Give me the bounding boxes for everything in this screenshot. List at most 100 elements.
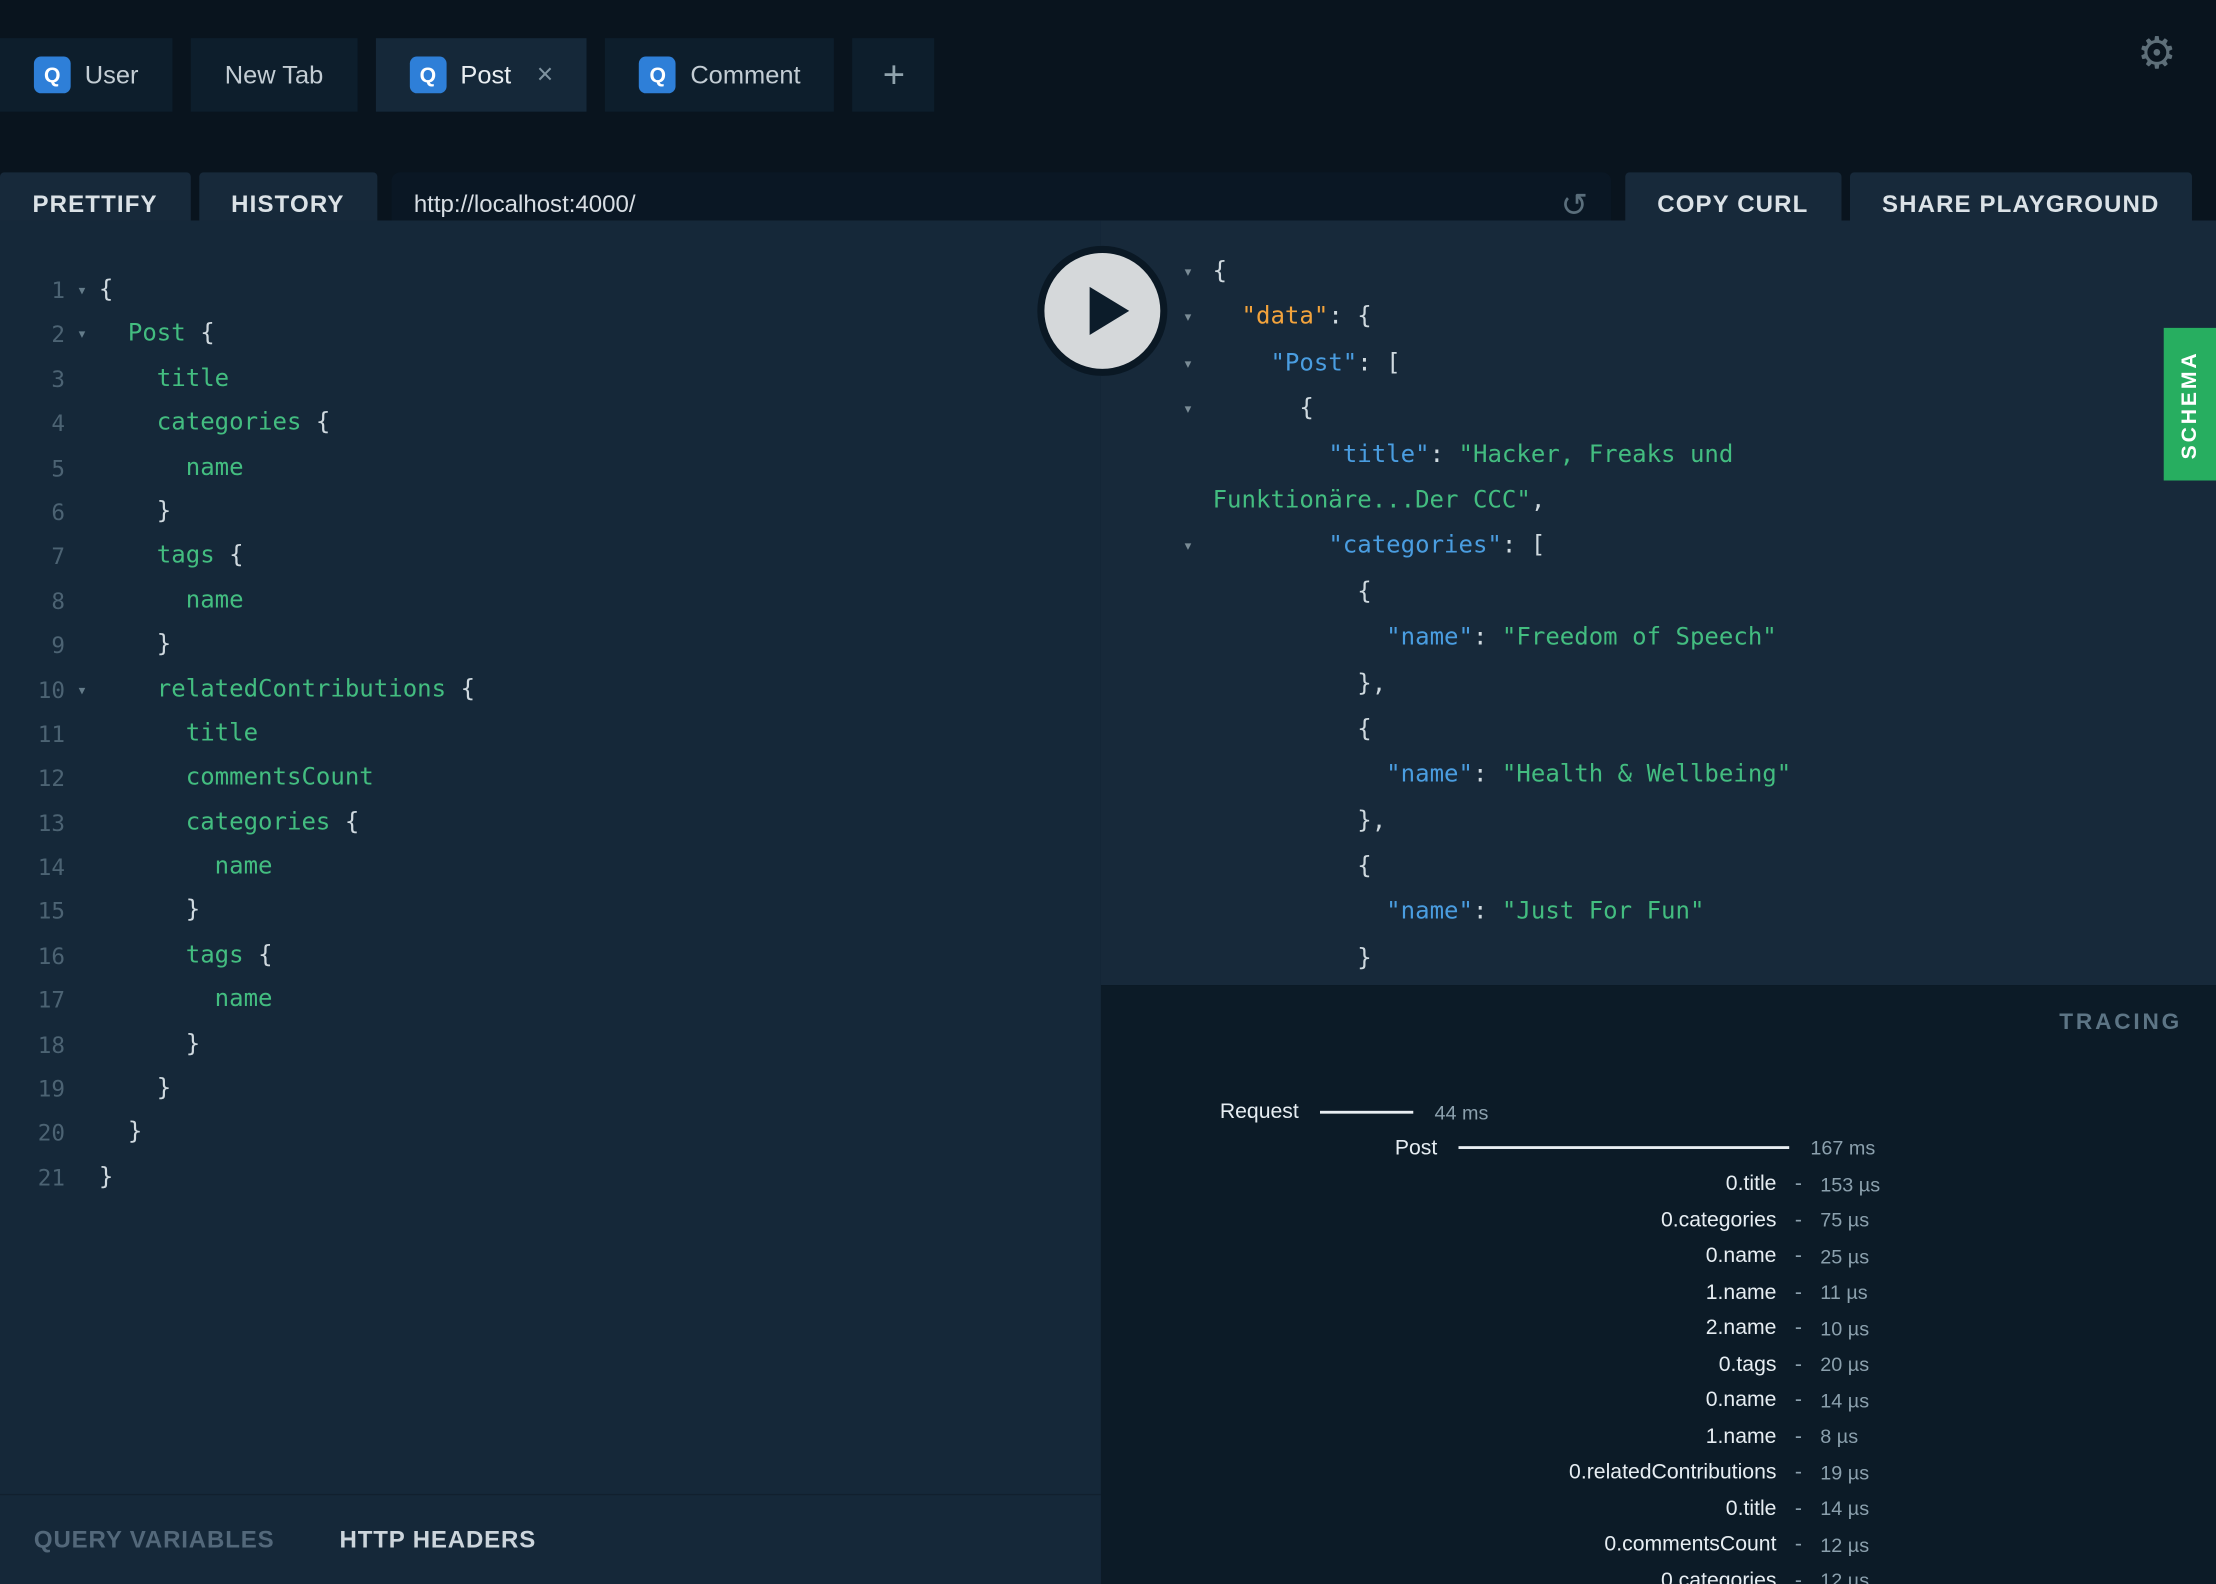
editor-line[interactable]: 16 tags { [6,934,1101,978]
line-number: 17 [37,986,66,1014]
code-token: } [98,630,172,659]
fold-arrow [1183,432,1213,478]
tracing-rows: Request 44 ms Post 167 ms 0.title -153 µs 0.ca… [1101,985,2216,1584]
fold-arrow [65,712,99,756]
query-variables-tab[interactable]: QUERY VARIABLES [34,1526,275,1554]
editor-line[interactable]: 2 ▾ Post { [6,313,1101,357]
editor-line[interactable]: 20 } [6,1111,1101,1155]
code-text: { [1212,844,1372,890]
code-text: { [1213,249,1227,295]
code-text: } [99,1023,200,1067]
code-text: } [99,623,171,667]
fold-arrow[interactable]: ▾ [65,313,99,357]
editor-line[interactable]: 17 name [6,978,1101,1022]
editor-line[interactable]: 9 } [6,623,1101,667]
code-text: "Post": [ [1213,340,1400,386]
fold-arrow[interactable]: ▾ [1183,386,1213,432]
editor-line[interactable]: 7 tags { [6,535,1101,579]
editor-line[interactable]: 13 categories { [6,801,1101,845]
fold-arrow[interactable]: ▾ [1183,523,1213,569]
fold-arrow[interactable]: ▾ [65,269,99,313]
fold-arrow[interactable]: ▾ [65,668,99,712]
code-token: : [1472,760,1502,790]
close-icon[interactable]: × [537,59,554,92]
editor-line[interactable]: 21} [6,1156,1101,1200]
code-text: title [99,357,229,401]
settings-gear-icon[interactable]: ⚙ [2137,31,2176,75]
fold-arrow[interactable]: ▾ [1183,295,1213,341]
query-badge: Q [639,56,677,94]
editor-line[interactable]: 10 ▾ relatedContributions { [6,668,1101,712]
code-token: title [156,364,230,393]
editor-line[interactable]: 18 } [6,1023,1101,1067]
editor-line[interactable]: 15 } [6,890,1101,934]
editor-line[interactable]: 11 title [6,712,1101,756]
query-badge: Q [33,56,71,94]
code-text: "name": "Just For Fun" [1213,890,1704,936]
line-number: 20 [37,1119,66,1147]
fold-arrow [65,535,99,579]
editor-line[interactable]: 1 ▾{ [6,269,1101,313]
trace-label: Post [1394,1135,1438,1160]
code-text: Funktionäre...Der CCC", [1213,478,1546,524]
editor-line[interactable]: 6 } [6,490,1101,534]
tab-post[interactable]: Q Post × [375,38,588,112]
reload-icon[interactable]: ↺ [1561,186,1588,224]
code-token: , [1530,486,1546,515]
code-token: name [185,586,244,615]
fold-arrow[interactable]: ▾ [1183,340,1213,386]
code-token: tags [185,941,244,970]
trace-row: 2.name -10 µs [1101,1310,2216,1346]
new-tab-button[interactable]: + [852,38,935,112]
tab-comment[interactable]: Q Comment [605,38,835,112]
code-token: name [214,985,273,1014]
editor-line[interactable]: 14 name [6,845,1101,889]
tab-new-tab[interactable]: New Tab [190,38,358,112]
code-text: "title": "Hacker, Freaks und [1213,432,1734,478]
line-number: 15 [37,898,66,925]
editor-line[interactable]: 19 } [6,1067,1101,1111]
trace-row: 0.categories - 12 µs [1101,1562,2216,1584]
trace-label: 0.title [1725,1171,1777,1196]
code-token: relatedContributions [156,674,447,704]
code-text: tags { [99,934,273,978]
code-token: "data" [1241,302,1329,332]
query-editor[interactable]: 1 ▾{2 ▾ Post {3 title 4 categories {5 name 6… [0,220,1101,1200]
tracing-title: TRACING [2059,1010,2183,1035]
trace-time: 12 µs [1820,1569,1870,1584]
fold-arrow [1183,752,1213,798]
tab-user[interactable]: Q User [0,38,173,112]
editor-line[interactable]: 3 title [6,357,1101,401]
execute-query-button[interactable] [1037,245,1168,376]
trace-row: 0.relatedContributions -19 µs [1101,1454,2216,1490]
code-token: { [1212,852,1372,881]
fold-arrow[interactable]: ▾ [1183,249,1213,295]
code-text: "name": "Health & Wellbeing" [1213,752,1791,798]
trace-dash: - [1794,1532,1802,1557]
fold-arrow [1183,707,1213,753]
code-token: { [446,674,476,704]
http-headers-tab[interactable]: HTTP HEADERS [339,1526,536,1554]
response-line: ▾ "categories": [ [1101,523,2216,569]
editor-line[interactable]: 4 categories { [6,402,1101,446]
editor-line[interactable]: 8 name [6,579,1101,623]
schema-sidebar-tab[interactable]: SCHEMA [2163,327,2216,481]
editor-line[interactable]: 12 commentsCount [6,757,1101,801]
editor-line[interactable]: 5 name [6,446,1101,490]
trace-label: 1.name [1705,1280,1777,1305]
line-number: 3 [51,365,66,393]
fold-arrow [1183,615,1213,661]
trace-label: 1.name [1705,1424,1777,1449]
trace-label: 0.categories [1660,1207,1777,1233]
code-token: "Hacker, Freaks und [1458,440,1734,469]
fold-arrow [1183,935,1213,981]
line-number: 9 [51,631,66,659]
code-token: : [1472,623,1502,652]
